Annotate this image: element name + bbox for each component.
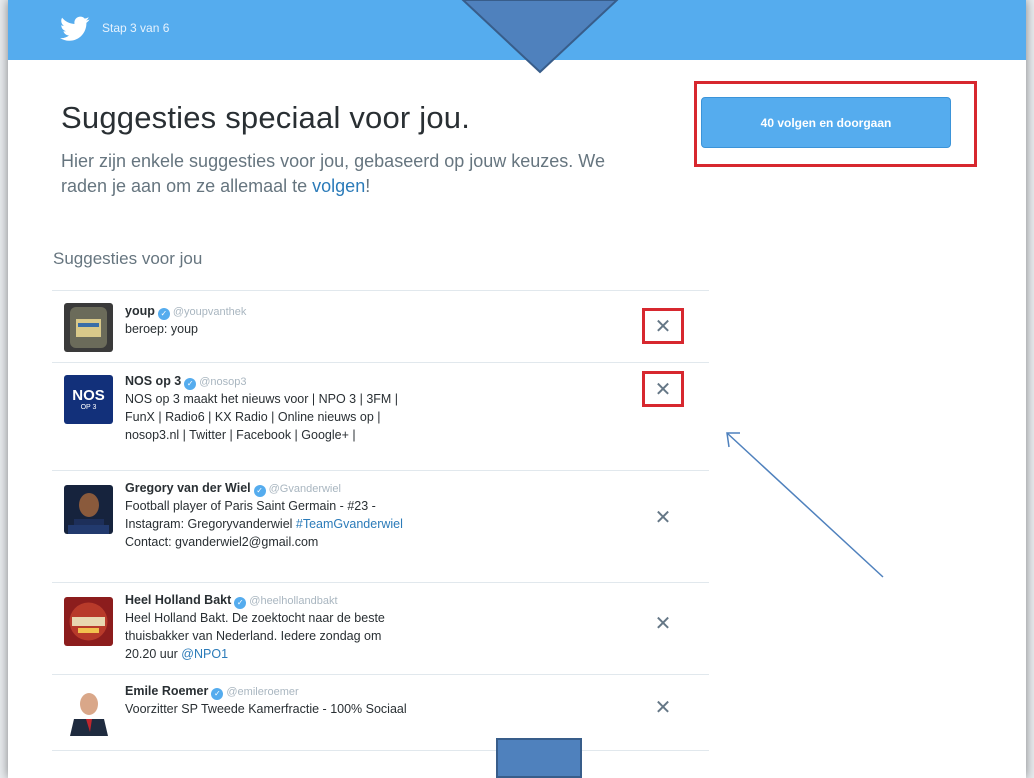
annotation-arrow xyxy=(726,432,884,578)
down-triangle-marker xyxy=(461,0,619,74)
annotation-layer xyxy=(461,0,884,578)
annotation-block xyxy=(496,738,582,778)
